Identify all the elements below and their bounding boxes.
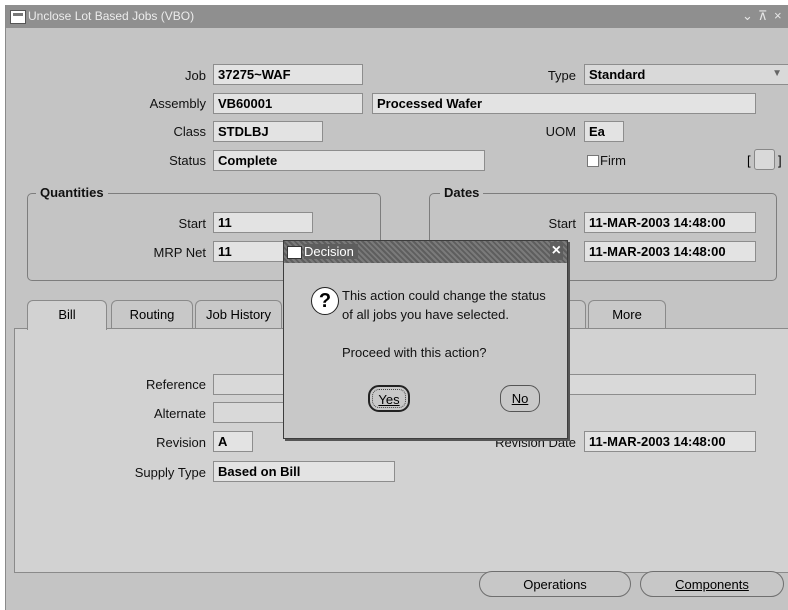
supply-type-label: Supply Type: [134, 465, 206, 480]
title-bar: Unclose Lot Based Jobs (VBO) ⌄ ⊼ ×: [6, 5, 788, 28]
quantity-start-label: Start: [178, 216, 206, 231]
quantities-title: Quantities: [36, 185, 108, 200]
uom-label: UOM: [545, 124, 576, 139]
class-label: Class: [173, 124, 206, 139]
date-completion-field[interactable]: 11-MAR-2003 14:48:00: [584, 241, 756, 262]
dialog-title: Decision: [304, 244, 358, 259]
dialog-message-line2: of all jobs you have selected.: [342, 307, 509, 322]
reference-label: Reference: [146, 377, 206, 392]
assembly-field[interactable]: VB60001: [213, 93, 363, 114]
dialog-message-line1: This action could change the status: [342, 288, 546, 303]
tab-routing[interactable]: Routing: [111, 300, 193, 328]
no-label: No: [511, 391, 529, 406]
type-label: Type: [547, 68, 576, 83]
minimize-icon[interactable]: ⌄: [742, 8, 753, 24]
no-button[interactable]: No: [500, 385, 540, 412]
tab-more[interactable]: More: [588, 300, 666, 328]
job-field[interactable]: 37275~WAF: [213, 64, 363, 85]
decision-dialog: Decision × ? This action could change th…: [283, 240, 568, 439]
supply-type-field[interactable]: Based on Bill: [213, 461, 395, 482]
flexfield-bracket-right: ]: [778, 153, 782, 168]
assembly-label: Assembly: [149, 96, 206, 111]
oracle-app-icon: [10, 10, 26, 24]
yes-button[interactable]: Yes: [368, 385, 410, 412]
descriptive-flexfield[interactable]: [754, 149, 775, 170]
date-start-label: Start: [548, 216, 576, 231]
class-field[interactable]: STDLBJ: [213, 121, 323, 142]
type-value: Standard: [589, 67, 646, 82]
firm-label: Firm: [600, 153, 626, 168]
alternate-label: Alternate: [153, 406, 206, 421]
question-icon: ?: [311, 287, 339, 315]
close-icon[interactable]: ×: [774, 8, 782, 23]
dialog-title-bar: Decision ×: [284, 241, 567, 263]
window-title: Unclose Lot Based Jobs (VBO): [28, 9, 195, 23]
components-label: Components: [675, 577, 749, 592]
status-field[interactable]: Complete: [213, 150, 485, 171]
firm-checkbox[interactable]: [587, 155, 599, 167]
flexfield-bracket-left: [: [747, 153, 751, 168]
tab-job-history[interactable]: Job History: [195, 300, 282, 328]
operations-button[interactable]: Operations: [479, 571, 631, 597]
yes-label: Yes: [378, 392, 400, 407]
dialog-close-icon[interactable]: ×: [549, 242, 563, 260]
dropdown-arrow-icon: ▼: [772, 68, 782, 79]
revision-date-field[interactable]: 11-MAR-2003 14:48:00: [584, 431, 756, 452]
job-label: Job: [185, 68, 206, 83]
assembly-description-field[interactable]: Processed Wafer: [372, 93, 756, 114]
revision-field[interactable]: A: [213, 431, 253, 452]
quantity-start-field[interactable]: 11: [213, 212, 313, 233]
oracle-app-icon: [287, 246, 302, 259]
revision-label: Revision: [156, 435, 206, 450]
tab-bill[interactable]: Bill: [27, 300, 107, 330]
date-start-field[interactable]: 11-MAR-2003 14:48:00: [584, 212, 756, 233]
status-label: Status: [169, 153, 206, 168]
mrp-net-label: MRP Net: [153, 245, 207, 260]
maximize-icon[interactable]: ⊼: [758, 8, 768, 24]
dates-title: Dates: [440, 185, 484, 200]
dialog-prompt: Proceed with this action?: [342, 345, 487, 360]
uom-field[interactable]: Ea: [584, 121, 624, 142]
components-button[interactable]: Components: [640, 571, 784, 597]
type-select[interactable]: Standard ▼: [584, 64, 788, 85]
